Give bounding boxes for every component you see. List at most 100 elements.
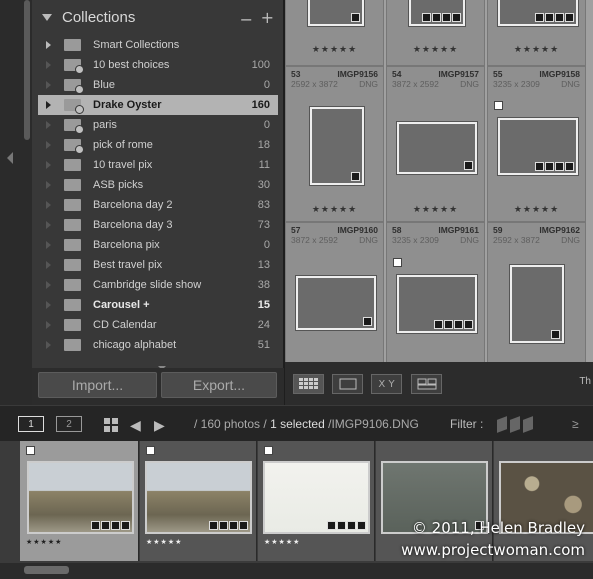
grid-cell[interactable]: ★★★★★ [487,0,586,66]
collapse-triangle-icon[interactable] [42,13,52,21]
thumbnail-photo[interactable] [510,265,564,343]
disclosure-triangle-icon[interactable] [38,101,58,109]
export-button[interactable]: Export... [161,372,277,398]
collection-count: 13 [257,259,270,271]
filmstrip-scrollbar[interactable] [0,563,593,579]
thumbnail-photo[interactable] [498,118,578,175]
thumbnail-photo[interactable] [310,107,364,185]
collection-item[interactable]: Smart Collections [38,35,278,55]
filmstrip-photo[interactable] [263,461,370,534]
pick-flag-icon[interactable] [146,446,155,455]
star-rating[interactable]: ★★★★★ [146,538,182,546]
disclosure-triangle-icon[interactable] [38,341,58,349]
grid-cell[interactable]: 58 IMGP9161 3235 x 2309 DNG [386,222,485,362]
disclosure-triangle-icon[interactable] [38,261,58,269]
disclosure-triangle-icon[interactable] [38,301,58,309]
grid-icon[interactable] [104,418,118,432]
pick-flag-icon[interactable] [26,446,35,455]
collapse-left-panel-arrow-icon[interactable] [7,152,13,164]
collection-item[interactable]: Best travel pix 13 [38,255,278,275]
compare-view-button[interactable]: X Y [371,374,402,394]
filmstrip-photo[interactable] [27,461,134,534]
back-arrow-icon[interactable]: ◀ [130,417,141,434]
disclosure-triangle-icon[interactable] [38,121,58,129]
add-collection-button[interactable]: + [261,8,274,27]
filmstrip-cell[interactable]: ★★★★★ [258,441,375,561]
forward-arrow-icon[interactable]: ▶ [154,417,165,434]
disclosure-triangle-icon[interactable] [38,221,58,229]
grid-cell[interactable]: 59 IMGP9162 2592 x 3872 DNG [487,222,586,362]
star-rating[interactable]: ★★★★★ [387,45,484,55]
filmstrip-photo[interactable] [145,461,252,534]
star-rating[interactable]: ★★★★★ [387,205,484,215]
secondary-monitor-button[interactable]: 2 [56,416,82,432]
disclosure-triangle-icon[interactable] [38,161,58,169]
collection-item[interactable]: Barcelona day 2 83 [38,195,278,215]
collection-item[interactable]: 10 best choices 100 [38,55,278,75]
collection-item[interactable]: chicago alphabet 51 [38,335,278,355]
thumbnail-photo[interactable] [308,0,364,26]
star-rating[interactable]: ★★★★★ [286,205,383,215]
star-rating[interactable]: ★★★★★ [264,538,300,546]
star-rating[interactable]: ★★★★★ [286,45,383,55]
collection-item[interactable]: 10 travel pix 11 [38,155,278,175]
collection-item[interactable]: Drake Oyster 160 [38,95,278,115]
disclosure-triangle-icon[interactable] [38,81,58,89]
collection-item[interactable]: Barcelona day 3 73 [38,215,278,235]
import-button[interactable]: Import... [38,372,157,398]
collection-item[interactable]: Cambridge slide show 38 [38,275,278,295]
cell-info: 59 IMGP9162 2592 x 3872 DNG [493,225,580,245]
flag-filter-icons[interactable] [497,416,533,433]
filmstrip-cell[interactable]: ★★★★★ [20,441,139,561]
collection-item[interactable]: ASB picks 30 [38,175,278,195]
primary-monitor-button[interactable]: 1 [18,416,44,432]
grid-cell[interactable]: 57 IMGP9160 3872 x 2592 DNG [285,222,384,362]
pick-flag-icon[interactable] [393,258,402,267]
import-export-bar: Import... Export... [32,368,284,405]
disclosure-triangle-icon[interactable] [38,321,58,329]
star-rating[interactable]: ★★★★★ [26,538,62,546]
collection-item[interactable]: Carousel + 15 [38,295,278,315]
collections-header[interactable]: Collections − + [32,0,283,34]
filmstrip: ★★★★★ ★★★★★ ★★★★★ © 2011, Helen Bradley … [0,441,593,579]
filmstrip-cell[interactable]: ★★★★★ [140,441,257,561]
thumbnail-photo[interactable] [296,276,376,330]
left-panel-scroll-thumb[interactable] [24,0,30,140]
grid-cell[interactable]: 54 IMGP9157 3872 x 2592 DNG ★★★★★ [386,66,485,222]
disclosure-triangle-icon[interactable] [38,41,58,49]
collection-item[interactable]: paris 0 [38,115,278,135]
disclosure-triangle-icon[interactable] [38,181,58,189]
remove-collection-button[interactable]: − [240,10,253,29]
collection-item[interactable]: Blue 0 [38,75,278,95]
disclosure-triangle-icon[interactable] [38,281,58,289]
collection-item[interactable]: CD Calendar 24 [38,315,278,335]
grid-cell[interactable]: 55 IMGP9158 3235 x 2309 DNG ★★★★★ [487,66,586,222]
cell-info: 55 IMGP9158 3235 x 2309 DNG [493,69,580,89]
disclosure-triangle-icon[interactable] [38,201,58,209]
grid-cell[interactable]: 53 IMGP9156 2592 x 3872 DNG ★★★★★ [285,66,384,222]
grid-view-icon [298,378,318,389]
grid-cell[interactable]: ★★★★★ [386,0,485,66]
star-rating[interactable]: ★★★★★ [488,45,585,55]
filmstrip-scroll-thumb[interactable] [24,566,69,574]
collection-item[interactable]: Barcelona pix 0 [38,235,278,255]
rating-filter-operator[interactable]: ≥ [572,417,579,431]
thumbnail-photo[interactable] [397,122,477,174]
grid-view-button[interactable] [293,374,324,394]
disclosure-triangle-icon[interactable] [38,141,58,149]
thumbnail-photo[interactable] [498,0,578,26]
collection-item[interactable]: pick of rome 18 [38,135,278,155]
collection-name: paris [93,119,117,131]
grid-cell[interactable]: ★★★★★ [285,0,384,66]
disclosure-triangle-icon[interactable] [38,61,58,69]
disclosure-triangle-icon[interactable] [38,241,58,249]
collection-icon [64,319,81,331]
thumbnail-photo[interactable] [397,275,477,333]
pick-flag-icon[interactable] [494,101,503,110]
filmstrip-source-path[interactable]: / 160 photos / 1 selected /IMGP9106.DNG [194,417,419,431]
pick-flag-icon[interactable] [264,446,273,455]
loupe-view-button[interactable] [332,374,363,394]
thumbnail-photo[interactable] [409,0,465,26]
survey-view-button[interactable] [411,374,442,394]
star-rating[interactable]: ★★★★★ [488,205,585,215]
